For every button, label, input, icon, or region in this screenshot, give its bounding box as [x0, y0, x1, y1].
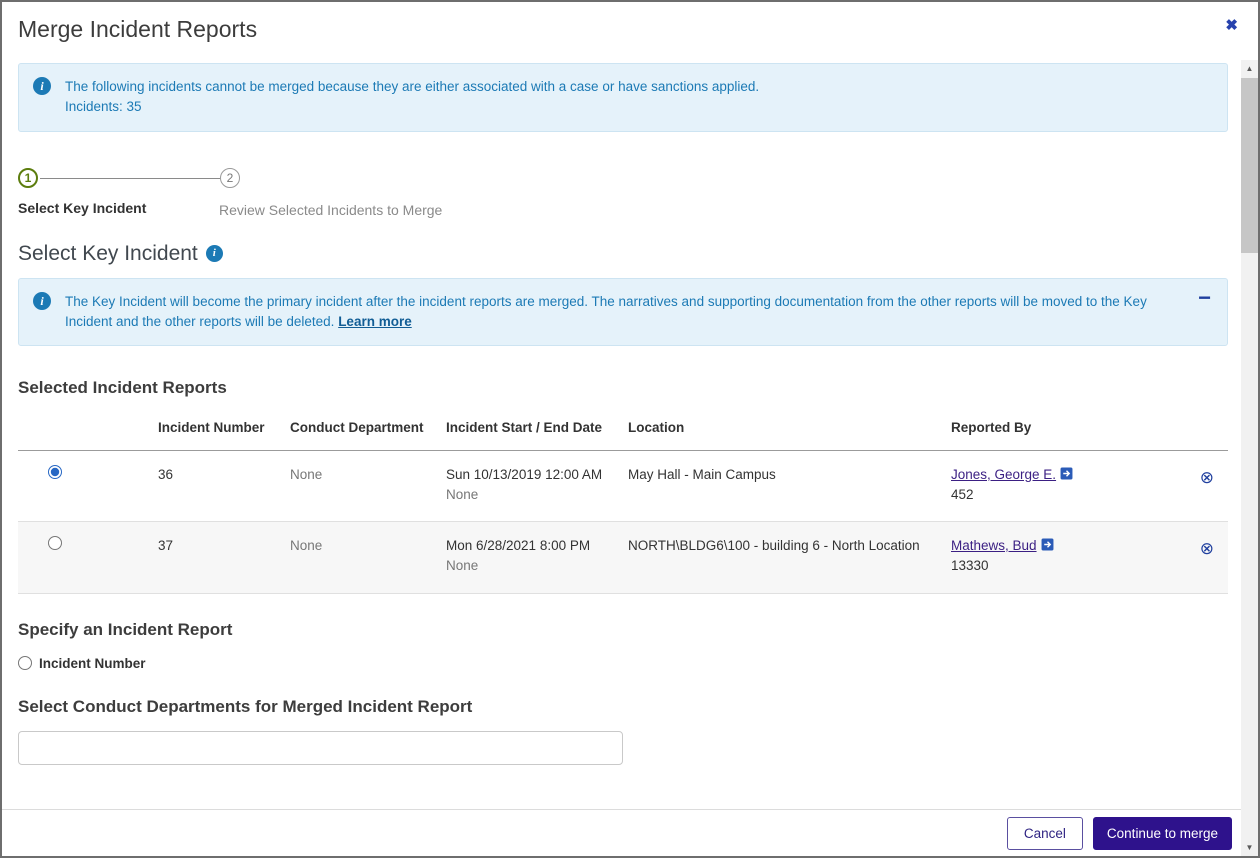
key-incident-radio-37[interactable] — [48, 536, 62, 551]
key-incident-alert-text: The Key Incident will become the primary… — [65, 292, 1181, 333]
column-header-reported-by: Reported By — [951, 410, 1168, 451]
step-1-circle[interactable]: 1 — [18, 167, 38, 188]
column-header-start-end-date: Incident Start / End Date — [446, 410, 628, 451]
incident-number-radio[interactable] — [18, 656, 32, 671]
learn-more-link[interactable]: Learn more — [338, 314, 412, 329]
cell-start-end-date: Mon 6/28/2021 8:00 PM None — [446, 521, 628, 594]
collapse-alert-icon[interactable]: − — [1198, 286, 1211, 309]
conduct-departments-heading: Select Conduct Departments for Merged In… — [18, 696, 473, 716]
column-header-incident-number: Incident Number — [158, 410, 290, 451]
open-record-icon[interactable] — [1041, 538, 1054, 551]
dialog-content: i The following incidents cannot be merg… — [2, 63, 1258, 765]
scroll-up-icon[interactable]: ▲ — [1241, 60, 1258, 77]
end-date: None — [446, 486, 479, 502]
cell-incident-number: 37 — [158, 521, 290, 594]
cell-incident-number: 36 — [158, 450, 290, 523]
cell-location: NORTH\BLDG6\100 - building 6 - North Loc… — [628, 521, 951, 594]
column-header-conduct-department: Conduct Department — [290, 410, 446, 451]
table-row: 36 None Sun 10/13/2019 12:00 AM None May… — [18, 450, 1228, 523]
scrollbar-thumb[interactable] — [1241, 78, 1258, 253]
radio-column-header — [18, 410, 158, 451]
reporter-id: 13330 — [951, 558, 989, 574]
key-incident-radio-36[interactable] — [48, 464, 62, 479]
dialog-footer: Cancel Continue to merge — [2, 809, 1258, 856]
stepper-connector-line — [40, 177, 220, 179]
cell-start-end-date: Sun 10/13/2019 12:00 AM None — [446, 450, 628, 523]
open-record-icon[interactable] — [1060, 467, 1073, 480]
start-date: Mon 6/28/2021 8:00 PM — [446, 538, 591, 554]
vertical-scrollbar[interactable]: ▲ ▼ — [1241, 60, 1258, 856]
specify-incident-report-heading: Specify an Incident Report — [18, 619, 233, 639]
select-key-incident-title: Select Key Incident — [18, 241, 198, 265]
selected-incident-reports-heading: Selected Incident Reports — [18, 378, 227, 397]
step-2-circle[interactable]: 2 — [220, 167, 240, 188]
start-date: Sun 10/13/2019 12:00 AM — [446, 466, 603, 482]
reported-by-link[interactable]: Mathews, Bud — [951, 538, 1037, 553]
cannot-merge-alert-text: The following incidents cannot be merged… — [65, 77, 759, 118]
alert-message: The following incidents cannot be merged… — [65, 79, 760, 94]
end-date: None — [446, 558, 479, 574]
dialog-title: Merge Incident Reports — [18, 16, 258, 42]
conduct-departments-input[interactable] — [18, 730, 623, 765]
wizard-stepper: 1 2 Select Key Incident Review Selected … — [18, 167, 1228, 226]
select-key-incident-heading: Select Key Incident i — [18, 242, 1228, 266]
reporter-id: 452 — [951, 486, 974, 502]
alert-incident-count: Incidents: 35 — [65, 99, 142, 115]
alert-message: The Key Incident will become the primary… — [65, 293, 1147, 329]
remove-incident-icon[interactable]: ⊗ — [1200, 539, 1214, 558]
cancel-button[interactable]: Cancel — [1006, 816, 1083, 850]
scroll-down-icon[interactable]: ▼ — [1241, 839, 1258, 856]
info-icon[interactable]: i — [205, 245, 223, 262]
continue-to-merge-button[interactable]: Continue to merge — [1092, 816, 1232, 850]
cell-reported-by: Mathews, Bud 13330 — [951, 521, 1168, 594]
column-header-location: Location — [628, 410, 951, 451]
remove-column-header — [1168, 410, 1228, 451]
info-icon: i — [33, 77, 51, 95]
close-icon[interactable]: ✖ — [1225, 18, 1238, 33]
selected-incidents-table: Incident Number Conduct Department Incid… — [18, 410, 1228, 594]
reported-by-link[interactable]: Jones, George E. — [951, 467, 1056, 482]
cell-conduct-department: None — [290, 521, 446, 594]
incident-number-radio-label: Incident Number — [39, 655, 146, 671]
specify-incident-number-option: Incident Number — [18, 656, 1228, 671]
remove-incident-icon[interactable]: ⊗ — [1200, 468, 1214, 487]
cell-conduct-department: None — [290, 450, 446, 523]
table-row: 37 None Mon 6/28/2021 8:00 PM None NORTH… — [18, 521, 1228, 594]
cell-reported-by: Jones, George E. 452 — [951, 450, 1168, 523]
info-icon: i — [33, 291, 51, 310]
cannot-merge-alert: i The following incidents cannot be merg… — [18, 63, 1228, 132]
dialog-header: Merge Incident Reports ✖ — [2, 2, 1258, 51]
table-header-row: Incident Number Conduct Department Incid… — [18, 410, 1228, 451]
key-incident-alert: i The Key Incident will become the prima… — [18, 277, 1228, 346]
step-1-label: Select Key Incident — [18, 199, 147, 216]
cell-location: May Hall - Main Campus — [628, 450, 951, 523]
step-2-label: Review Selected Incidents to Merge — [219, 201, 443, 218]
